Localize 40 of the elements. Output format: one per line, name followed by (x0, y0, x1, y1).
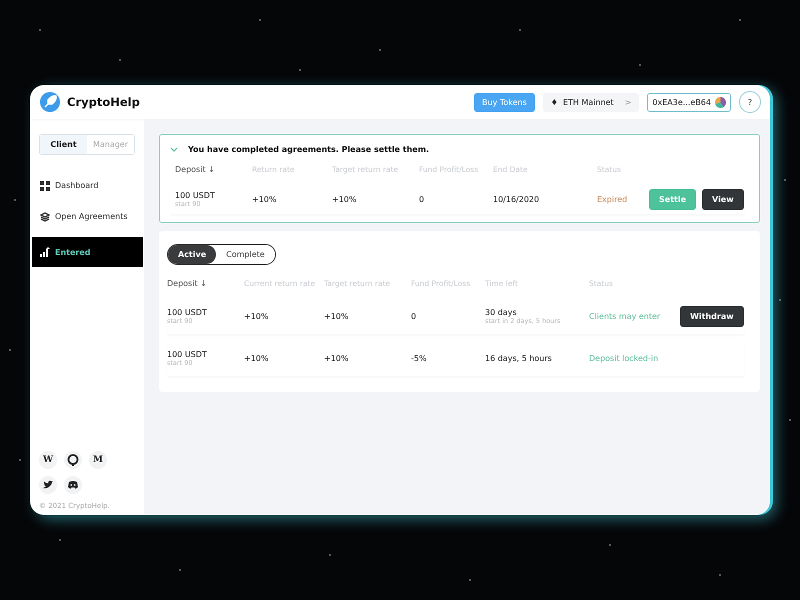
discord-icon[interactable] (64, 476, 82, 494)
column-header[interactable]: Deposit ↓ (175, 165, 252, 174)
table-cell-text: 100 USDT (167, 350, 208, 358)
social-link[interactable]: M (89, 451, 107, 469)
table-cell-text: +10% (252, 194, 278, 204)
withdraw-button[interactable]: Withdraw (680, 306, 744, 326)
grid-icon (40, 180, 50, 190)
tab[interactable]: Active (168, 245, 216, 264)
nav-item[interactable]: Entered (32, 237, 143, 267)
table-cell-text: 0 (411, 312, 418, 320)
status-text: Expired (597, 194, 628, 204)
help-button[interactable]: ? (739, 91, 761, 113)
role-tab[interactable]: Client (40, 135, 87, 154)
status-text: Deposit locked-in (589, 354, 660, 362)
table-cell-text: 30 days (485, 308, 518, 316)
table-cell-text: 10/16/2020 (493, 194, 540, 204)
bar-chart-icon (40, 247, 50, 257)
table-cell-text: +10% (332, 194, 358, 204)
nav-item[interactable]: Open Agreements (30, 206, 144, 227)
wallet-address-button[interactable]: 0xEA3e...eB64 (647, 92, 731, 112)
table-cell-text: -5% (411, 354, 428, 362)
nav-item[interactable]: Dashboard (30, 175, 144, 196)
table-cell-text: 100 USDT (175, 190, 216, 200)
table-cell-text: +10% (324, 312, 350, 320)
table-cell-text: 0 (419, 194, 426, 204)
twitter-icon[interactable] (39, 476, 57, 494)
brand-name: CryptoHelp (67, 95, 140, 109)
social-link[interactable]: W (39, 451, 57, 469)
network-selector[interactable]: ♦ ETH Mainnet > (542, 92, 640, 112)
table-cell-text: +10% (244, 354, 270, 362)
column-header[interactable]: Deposit ↓ (167, 279, 244, 288)
view-button[interactable]: View (702, 188, 744, 210)
alert-message: You have completed agreements. Please settle them. (188, 145, 430, 154)
table-cell-text: 100 USDT (167, 308, 208, 316)
avatar-icon (715, 96, 726, 108)
table-cell-text: +10% (244, 312, 270, 320)
table-cell-text: 16 days, 5 hours (485, 354, 553, 362)
table-cell-text: +10% (324, 354, 350, 362)
status-text: Clients may enter (589, 312, 662, 320)
layers-icon (40, 212, 50, 222)
